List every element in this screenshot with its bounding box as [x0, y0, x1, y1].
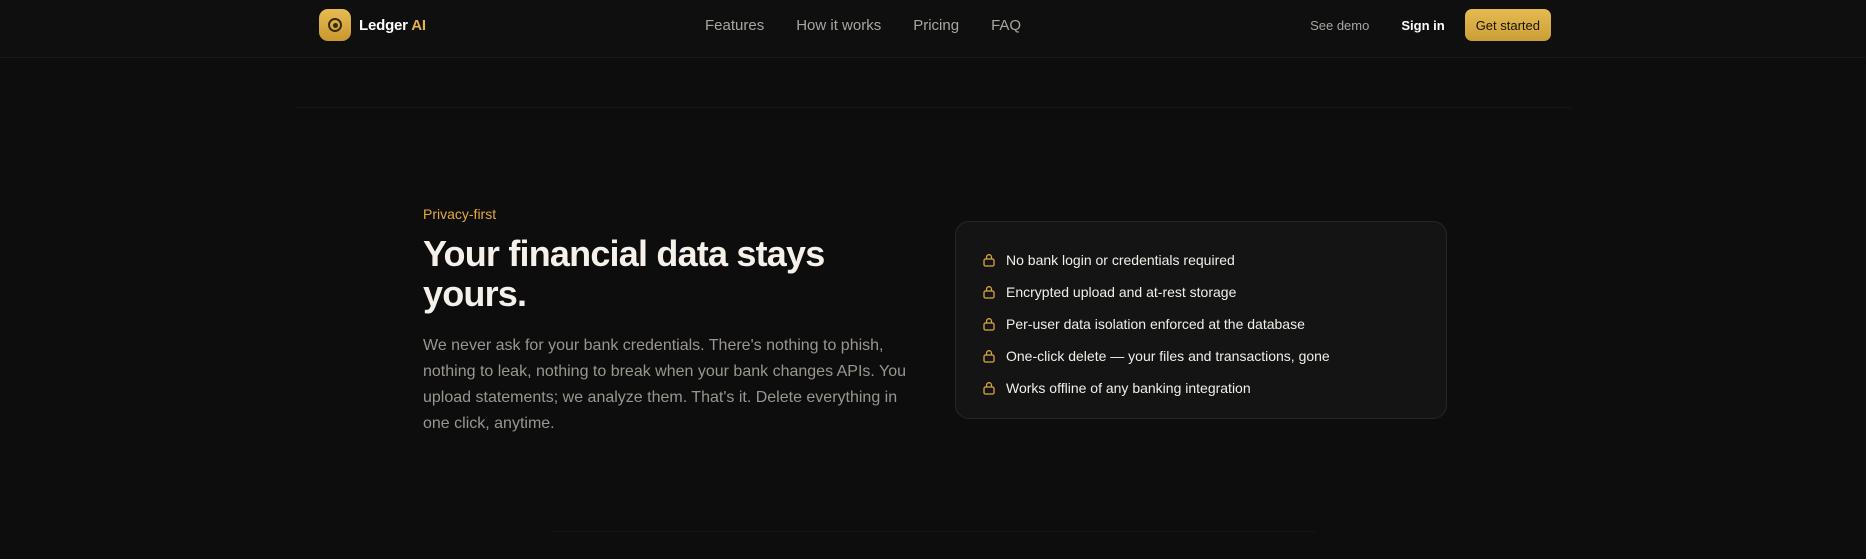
- nav-features[interactable]: Features: [705, 17, 764, 34]
- logo-text: Ledger AI: [359, 17, 426, 34]
- lock-icon: [983, 350, 995, 363]
- main-nav: Features How it works Pricing FAQ: [705, 0, 1053, 50]
- feature-text: Per-user data isolation enforced at the …: [1006, 316, 1305, 332]
- see-demo-link[interactable]: See demo: [1310, 18, 1369, 33]
- lock-icon: [983, 382, 995, 395]
- section-eyebrow: Privacy-first: [423, 206, 497, 222]
- feature-text: One-click delete — your files and transa…: [1006, 348, 1330, 364]
- logo-mark-icon: [319, 9, 351, 41]
- list-item: Works offline of any banking integration: [982, 372, 1446, 404]
- get-started-button[interactable]: Get started: [1464, 9, 1551, 41]
- lock-icon: [983, 286, 995, 299]
- feature-text: No bank login or credentials required: [1006, 252, 1235, 268]
- list-item: No bank login or credentials required: [982, 244, 1446, 276]
- nav-how-it-works[interactable]: How it works: [796, 17, 881, 34]
- privacy-features-card: No bank login or credentials required En…: [955, 221, 1447, 419]
- lock-icon: [983, 318, 995, 331]
- section-body: We never ask for your bank credentials. …: [423, 337, 907, 432]
- list-item: Encrypted upload and at-rest storage: [982, 276, 1446, 308]
- lock-icon: [983, 254, 995, 267]
- list-item: One-click delete — your files and transa…: [982, 340, 1446, 372]
- logo-dot: [332, 22, 338, 28]
- header-actions: See demo Sign in Get started: [1310, 9, 1551, 41]
- section-divider: [295, 107, 1571, 108]
- site-header: Ledger AI Features How it works Pricing …: [0, 0, 1866, 58]
- feature-text: Encrypted upload and at-rest storage: [1006, 284, 1237, 300]
- logo-ring: [328, 18, 342, 32]
- nav-faq[interactable]: FAQ: [991, 17, 1021, 34]
- section-headline: Your financial data stays yours.: [423, 233, 825, 314]
- privacy-feature-list: No bank login or credentials required En…: [982, 244, 1446, 404]
- list-item: Per-user data isolation enforced at the …: [982, 308, 1446, 340]
- logo[interactable]: Ledger AI: [319, 9, 426, 41]
- brand-name: Ledger: [359, 16, 408, 34]
- bottom-divider: [550, 531, 1316, 532]
- brand-suffix: AI: [411, 16, 426, 34]
- feature-text: Works offline of any banking integration: [1006, 380, 1251, 396]
- nav-pricing[interactable]: Pricing: [913, 17, 959, 34]
- page: Ledger AI Features How it works Pricing …: [0, 0, 1866, 559]
- sign-in-link[interactable]: Sign in: [1401, 18, 1444, 33]
